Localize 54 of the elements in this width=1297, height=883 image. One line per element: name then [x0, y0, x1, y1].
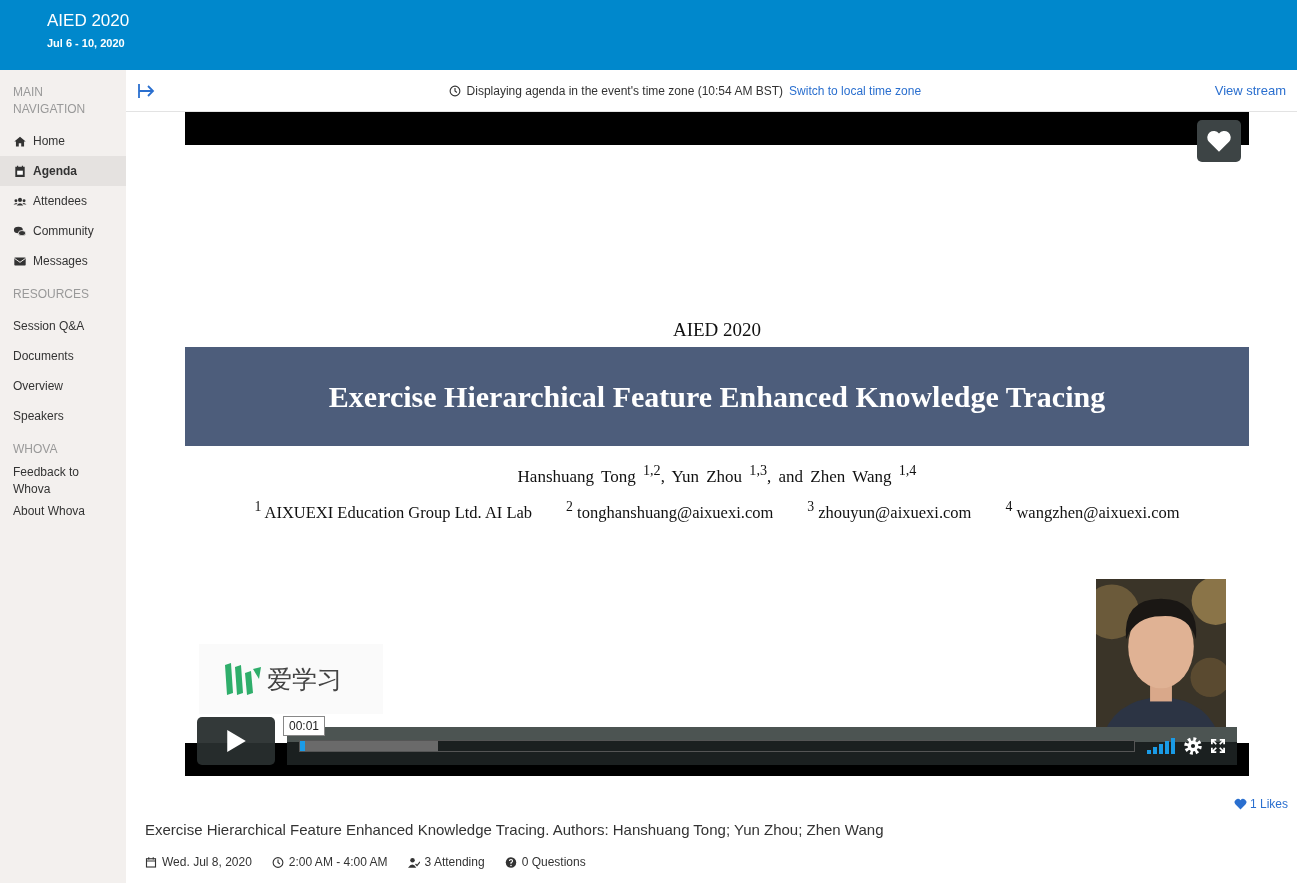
nav-item[interactable]: Speakers: [0, 401, 126, 431]
nav-item[interactable]: Documents: [0, 341, 126, 371]
slide-affiliation: $^{3}$ zhouyun@aixuexi.com: [807, 498, 972, 523]
question-icon: [504, 855, 517, 869]
play-icon: [225, 729, 247, 753]
favorite-button[interactable]: [1197, 120, 1241, 162]
nav-item[interactable]: Community: [0, 216, 126, 246]
timezone-notice: Displaying agenda in the event's time zone (10:54 AM BST): [466, 83, 784, 98]
nav-item[interactable]: Agenda: [0, 156, 126, 186]
nav-item[interactable]: Messages: [0, 246, 126, 276]
session-meta: 0 Questions: [521, 855, 586, 869]
clock-icon: [271, 855, 284, 869]
logo-icon: [223, 661, 263, 697]
session-meta: 2:00 AM - 4:00 AM: [288, 855, 388, 869]
calendar-icon: [13, 164, 27, 178]
person-check-icon: [407, 855, 420, 869]
play-button[interactable]: [197, 717, 275, 765]
clock-icon: [448, 84, 461, 97]
volume-icon[interactable]: [1147, 738, 1175, 754]
settings-icon[interactable]: [1183, 736, 1203, 756]
logo-text: 爱学习: [267, 663, 342, 696]
view-stream-link[interactable]: View stream: [1214, 83, 1286, 98]
slide-authors: Hanshuang Tong $^{1,2}$, Yun Zhou $^{1,3}$, and Zhen Wang $^{1,4}$: [517, 462, 917, 487]
session-meta: 3 Attending: [424, 855, 485, 869]
event-title: AIED 2020: [47, 11, 131, 31]
collapse-arrow-icon[interactable]: [137, 82, 155, 99]
nav-item[interactable]: About Whova: [0, 496, 126, 526]
time-tooltip: 00:01: [283, 716, 326, 736]
nav-item[interactable]: Overview: [0, 371, 126, 401]
section-heading: WHOVA: [12, 441, 59, 458]
switch-timezone-link[interactable]: Switch to local time zone: [789, 83, 922, 98]
heart-icon: [1233, 798, 1247, 810]
heart-icon: [1206, 129, 1232, 153]
nav-item[interactable]: Home: [0, 126, 126, 156]
slide-affiliation: $^{2}$ tonghanshuang@aixuexi.com: [566, 498, 774, 523]
nav-item[interactable]: Attendees: [0, 186, 126, 216]
session-title: Exercise Hierarchical Feature Enhanced Knowledge Tracing. Authors: Hanshuang Tong; Yun Zhou; Zhen Wang: [145, 821, 885, 838]
slide-title: Exercise Hierarchical Feature Enhanced Knowledge Tracing: [328, 379, 1106, 414]
nav-item[interactable]: Feedback to Whova: [0, 466, 126, 496]
slide-affiliation: $^{4}$ wangzhen@aixuexi.com: [1005, 498, 1180, 523]
chat-icon: [13, 224, 27, 238]
section-heading: RESOURCES: [12, 286, 90, 303]
envelope-icon: [13, 254, 27, 268]
calendar-icon: [145, 855, 157, 869]
progress-bar[interactable]: [299, 740, 1135, 752]
likes-link[interactable]: 1 Likes: [1233, 797, 1288, 811]
section-heading: MAIN NAVIGATION: [12, 84, 87, 118]
fullscreen-icon[interactable]: [1211, 739, 1225, 753]
slide-affiliation: $^{1}$ AIXUEXI Education Group Ltd. AI Lab: [254, 498, 533, 523]
session-meta: Wed. Jul 8, 2020: [162, 855, 252, 869]
nav-item[interactable]: Session Q&A: [0, 311, 126, 341]
event-dates: Jul 6 - 10, 2020: [47, 37, 126, 49]
home-icon: [13, 134, 27, 148]
slide-conference: AIED 2020: [672, 319, 762, 341]
